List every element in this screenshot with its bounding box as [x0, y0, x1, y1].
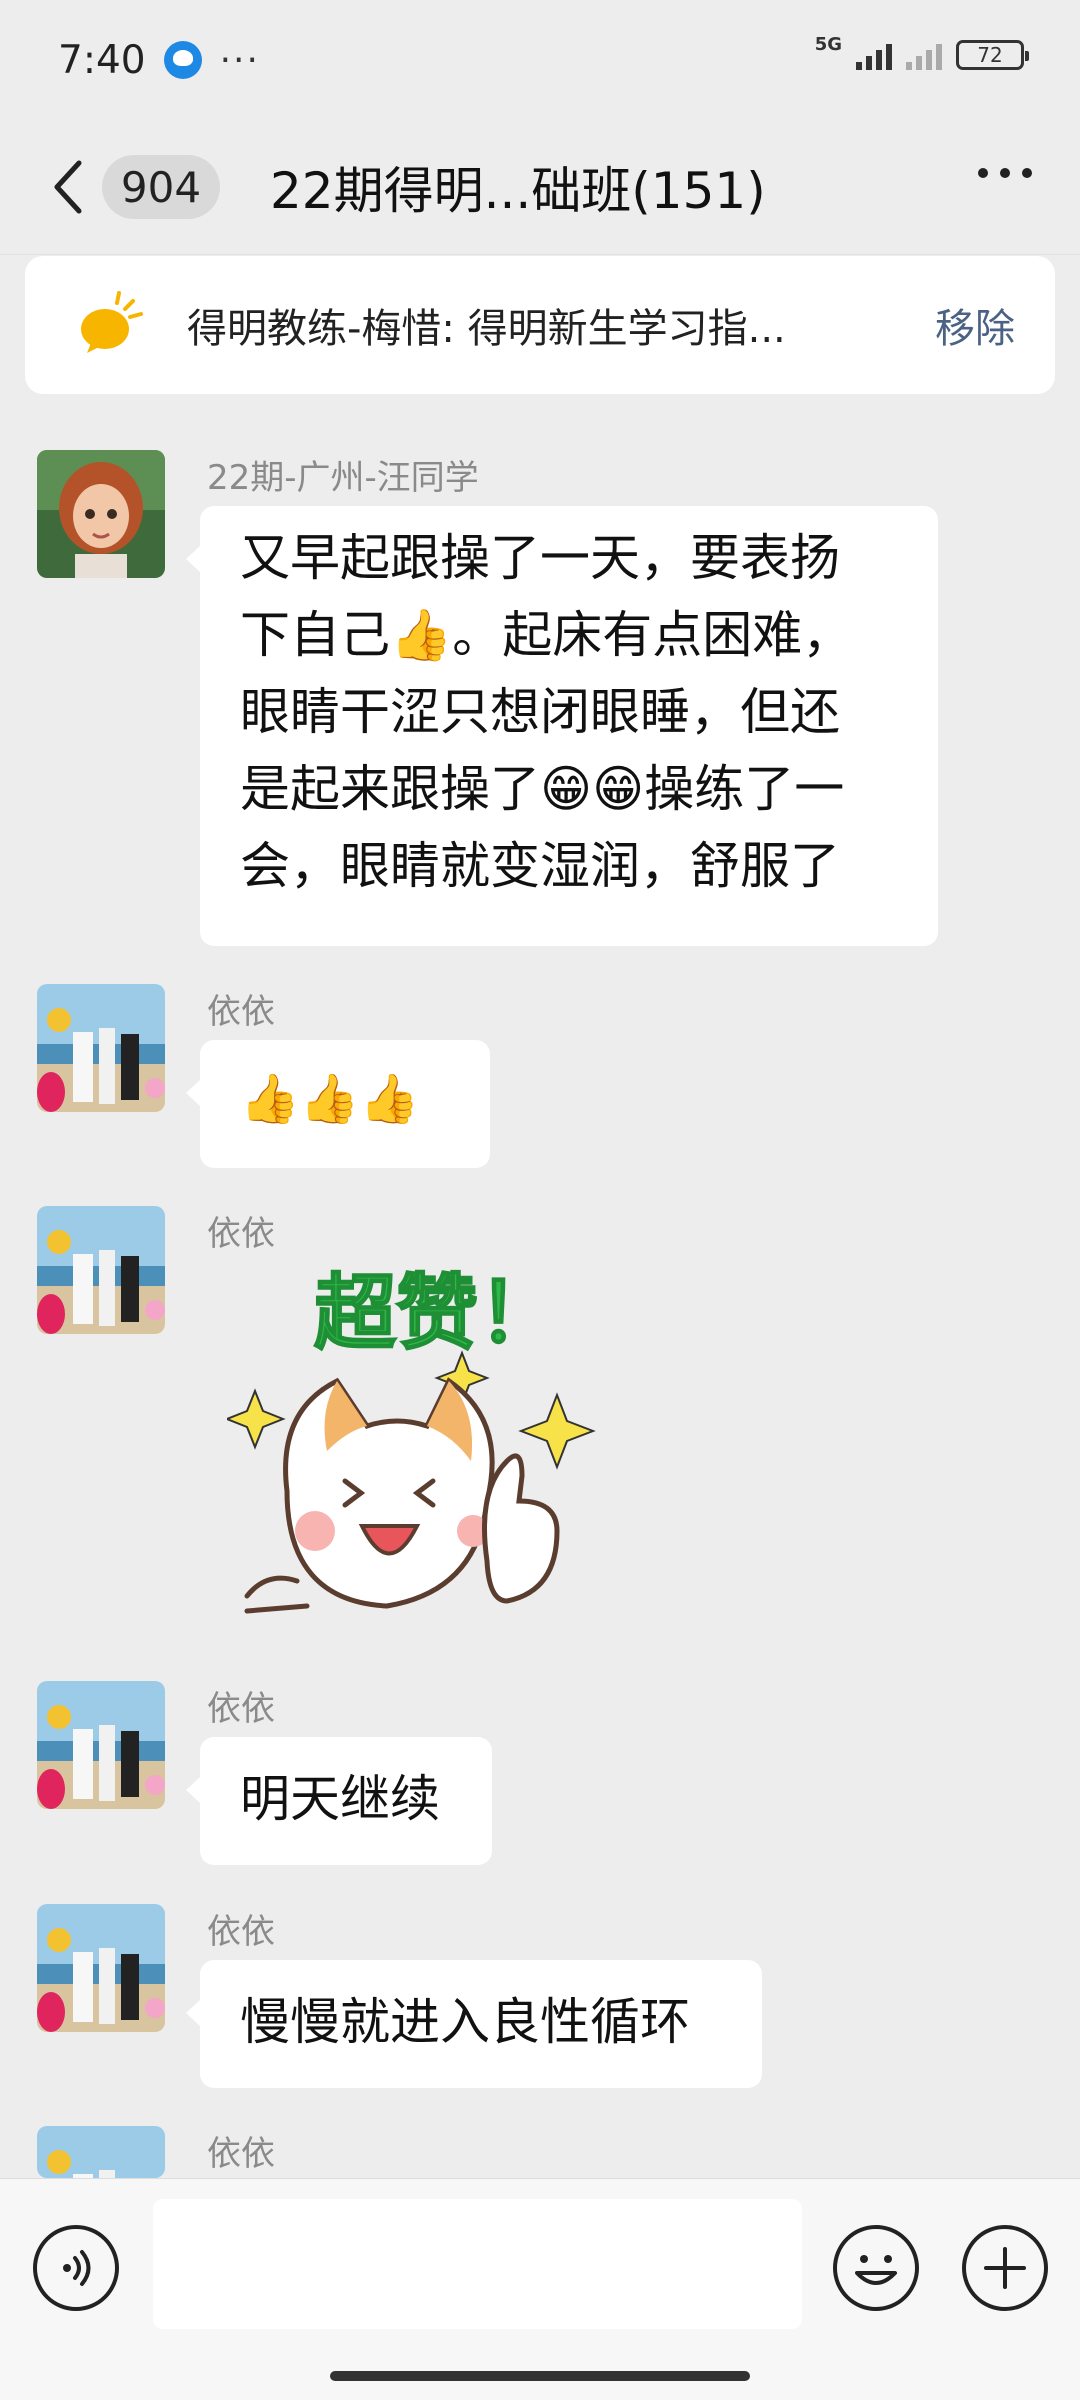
sticker-caption: 超赞！ [314, 1266, 560, 1361]
sender-name: 依依 [207, 992, 275, 1032]
more-options-icon[interactable] [978, 168, 1032, 178]
pinned-announcement-text: 得明教练-梅惜: 得明新生学习指... [187, 306, 786, 352]
message-bubble[interactable]: 👍👍👍 [186, 1040, 490, 1168]
message-line: 下自己👍。起床有点困难， [240, 606, 853, 664]
message-input-bar [0, 2178, 1080, 2400]
sender-name: 依依 [207, 1912, 275, 1952]
message-line: 又早起跟操了一天，要表扬 [240, 529, 840, 587]
emoji-button[interactable] [833, 2225, 919, 2311]
plus-icon [984, 2247, 1026, 2289]
battery-icon: 72 [956, 40, 1029, 70]
battery-level: 72 [977, 43, 1003, 67]
voice-input-button[interactable] [33, 2225, 119, 2311]
more-functions-button[interactable] [962, 2225, 1048, 2311]
avatar[interactable] [37, 2126, 165, 2178]
sender-name: 依依 [207, 2134, 275, 2174]
message-line: 会，眼睛就变湿润，舒服了 [240, 837, 840, 895]
message-line: 是起来跟操了😁😁操练了一 [240, 760, 845, 818]
status-bar: 7:40 ··· 5G 72 [0, 0, 1080, 120]
network-type-label: 5G [814, 34, 842, 55]
cat-thumbs-up-sticker[interactable]: 超赞！ [224, 1261, 647, 1661]
home-indicator[interactable] [330, 2371, 750, 2381]
message-bubble[interactable]: 慢慢就进入良性循环 [186, 1960, 762, 2088]
thumbs-up-emoji: 👍👍👍 [240, 1071, 420, 1127]
signal-strength-secondary-icon [906, 40, 942, 70]
voice-icon [63, 2250, 91, 2286]
status-indicators: 5G 72 [815, 36, 1029, 70]
smiley-icon [855, 2255, 897, 2285]
avatar[interactable] [37, 1681, 165, 1809]
back-arrow-icon[interactable] [40, 147, 96, 227]
chat-title: 22期得明...础班(151) [270, 162, 766, 220]
status-time: 7:40 [58, 37, 146, 83]
status-more-icon: ··· [219, 39, 260, 81]
message-line: 眼睛干涩只想闭眼睡，但还 [240, 683, 840, 741]
pinned-announcement[interactable]: 得明教练-梅惜: 得明新生学习指... 移除 [25, 256, 1055, 394]
message-text: 明天继续 [240, 1770, 440, 1828]
announcement-bubble-icon [75, 289, 147, 361]
sender-name: 依依 [207, 1214, 275, 1254]
remove-pinned-button[interactable]: 移除 [935, 296, 1015, 354]
sender-name: 依依 [207, 1689, 275, 1729]
message-input[interactable] [153, 2199, 802, 2329]
avatar[interactable] [37, 1904, 165, 2032]
message-bubble[interactable]: 明天继续 [186, 1737, 492, 1865]
chat-header: 904 22期得明...础班(151) [0, 120, 1080, 255]
unread-count-badge[interactable]: 904 [102, 155, 220, 219]
signal-strength-icon [856, 40, 892, 70]
message-bubble[interactable]: 又早起跟操了一天，要表扬 下自己👍。起床有点困难， 眼睛干涩只想闭眼睡，但还 是… [186, 506, 938, 946]
sender-name: 22期-广州-汪同学 [207, 458, 479, 498]
avatar[interactable] [37, 1206, 165, 1334]
app-notification-icon [163, 41, 202, 79]
message-text: 慢慢就进入良性循环 [240, 1993, 690, 2051]
avatar[interactable] [37, 984, 165, 1112]
avatar[interactable] [37, 450, 165, 578]
